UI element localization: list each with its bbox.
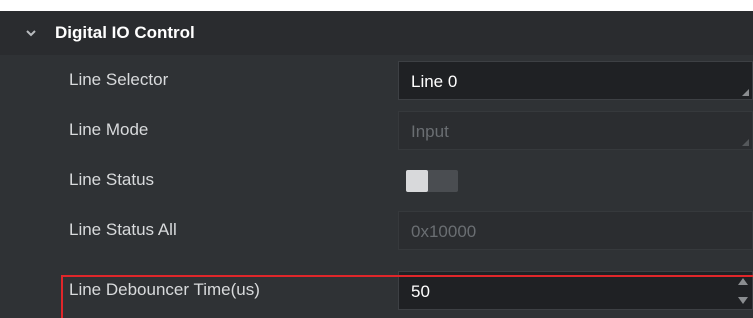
dropdown-value: Line 0 [411,72,458,91]
line-selector-dropdown[interactable]: Line 0 [398,61,753,100]
property-label: Line Status All [69,220,177,239]
line-status-toggle [406,170,458,192]
section-title: Digital IO Control [55,23,195,42]
property-row-line-mode: Line Mode Input [0,105,753,155]
section-header-digital-io-control[interactable]: Digital IO Control [0,11,753,55]
property-row-line-status: Line Status [0,155,753,205]
properties-panel: Digital IO Control Line Selector Line 0 … [0,11,753,318]
property-label: Line Status [69,170,155,189]
dropdown-corner-icon [742,139,749,146]
dropdown-value: Input [411,122,449,141]
spin-down-icon[interactable] [738,297,748,304]
spin-up-icon[interactable] [738,278,748,285]
property-label: Line Selector [69,70,169,89]
toggle-knob [406,170,428,192]
line-debouncer-time-spinbox[interactable]: 50 [398,271,753,310]
readonly-value: 0x10000 [411,222,477,241]
chevron-down-icon[interactable] [24,26,38,40]
spinbox-arrows[interactable] [738,278,748,304]
dropdown-corner-icon [742,89,749,96]
property-row-line-debouncer-time: Line Debouncer Time(us) 50 [0,265,753,315]
property-row-line-selector: Line Selector Line 0 [0,55,753,105]
spinbox-value: 50 [411,282,430,301]
property-row-line-status-all: Line Status All 0x10000 [0,205,753,255]
property-label: Line Debouncer Time(us) [69,280,260,299]
line-status-all-field: 0x10000 [398,211,753,250]
property-label: Line Mode [69,120,149,139]
line-mode-dropdown: Input [398,111,753,150]
